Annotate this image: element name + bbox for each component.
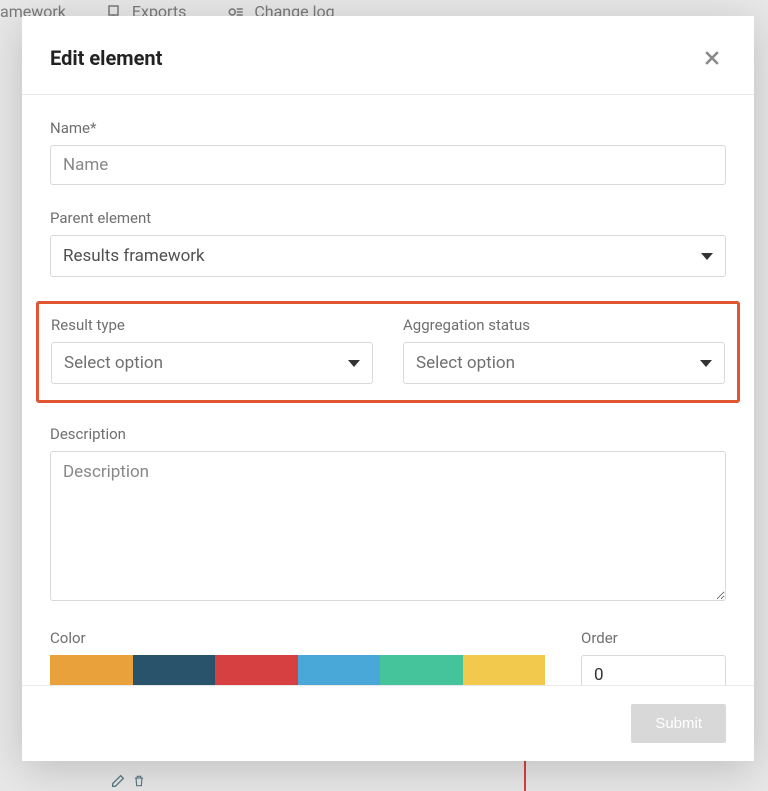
edit-element-modal: Edit element Name* Parent element Result… xyxy=(22,16,754,761)
bg-row-actions xyxy=(110,773,146,789)
edit-icon xyxy=(110,773,126,789)
order-input[interactable] xyxy=(581,655,726,685)
row-color-order: Color Order xyxy=(50,629,726,685)
field-color: Color xyxy=(50,629,545,685)
chevron-down-icon xyxy=(701,253,713,260)
color-label: Color xyxy=(50,629,545,647)
bg-red-line xyxy=(524,761,526,791)
result-type-label: Result type xyxy=(51,316,373,334)
aggregation-label: Aggregation status xyxy=(403,316,725,334)
color-swatch-3[interactable] xyxy=(298,655,381,685)
modal-body: Name* Parent element Results framework R… xyxy=(22,95,754,685)
close-button[interactable] xyxy=(698,44,726,72)
result-type-select[interactable]: Select option xyxy=(51,342,373,384)
parent-select[interactable]: Results framework xyxy=(50,235,726,277)
description-textarea[interactable] xyxy=(50,451,726,601)
aggregation-value: Select option xyxy=(416,353,515,373)
background-bottom xyxy=(0,761,768,791)
name-input[interactable] xyxy=(50,145,726,185)
name-label: Name* xyxy=(50,119,726,137)
field-name: Name* xyxy=(50,119,726,185)
trash-icon xyxy=(132,773,146,789)
field-parent: Parent element Results framework xyxy=(50,209,726,277)
description-label: Description xyxy=(50,425,726,443)
chevron-down-icon xyxy=(700,360,712,367)
order-label: Order xyxy=(581,629,726,647)
aggregation-select[interactable]: Select option xyxy=(403,342,725,384)
color-palette xyxy=(50,655,545,685)
highlighted-row: Result type Select option Aggregation st… xyxy=(36,301,740,403)
color-swatch-5[interactable] xyxy=(463,655,546,685)
modal-footer: Submit xyxy=(22,685,754,761)
parent-value: Results framework xyxy=(63,246,205,266)
close-icon xyxy=(702,48,722,68)
parent-label: Parent element xyxy=(50,209,726,227)
modal-header: Edit element xyxy=(22,16,754,95)
color-swatch-4[interactable] xyxy=(380,655,463,685)
modal-title: Edit element xyxy=(50,46,162,70)
color-swatch-0[interactable] xyxy=(50,655,133,685)
field-aggregation: Aggregation status Select option xyxy=(403,316,725,384)
field-order: Order xyxy=(581,629,726,685)
field-result-type: Result type Select option xyxy=(51,316,373,384)
submit-button[interactable]: Submit xyxy=(631,704,726,743)
color-swatch-1[interactable] xyxy=(133,655,216,685)
result-type-value: Select option xyxy=(64,353,163,373)
chevron-down-icon xyxy=(348,360,360,367)
color-swatch-2[interactable] xyxy=(215,655,298,685)
field-description: Description xyxy=(50,425,726,605)
